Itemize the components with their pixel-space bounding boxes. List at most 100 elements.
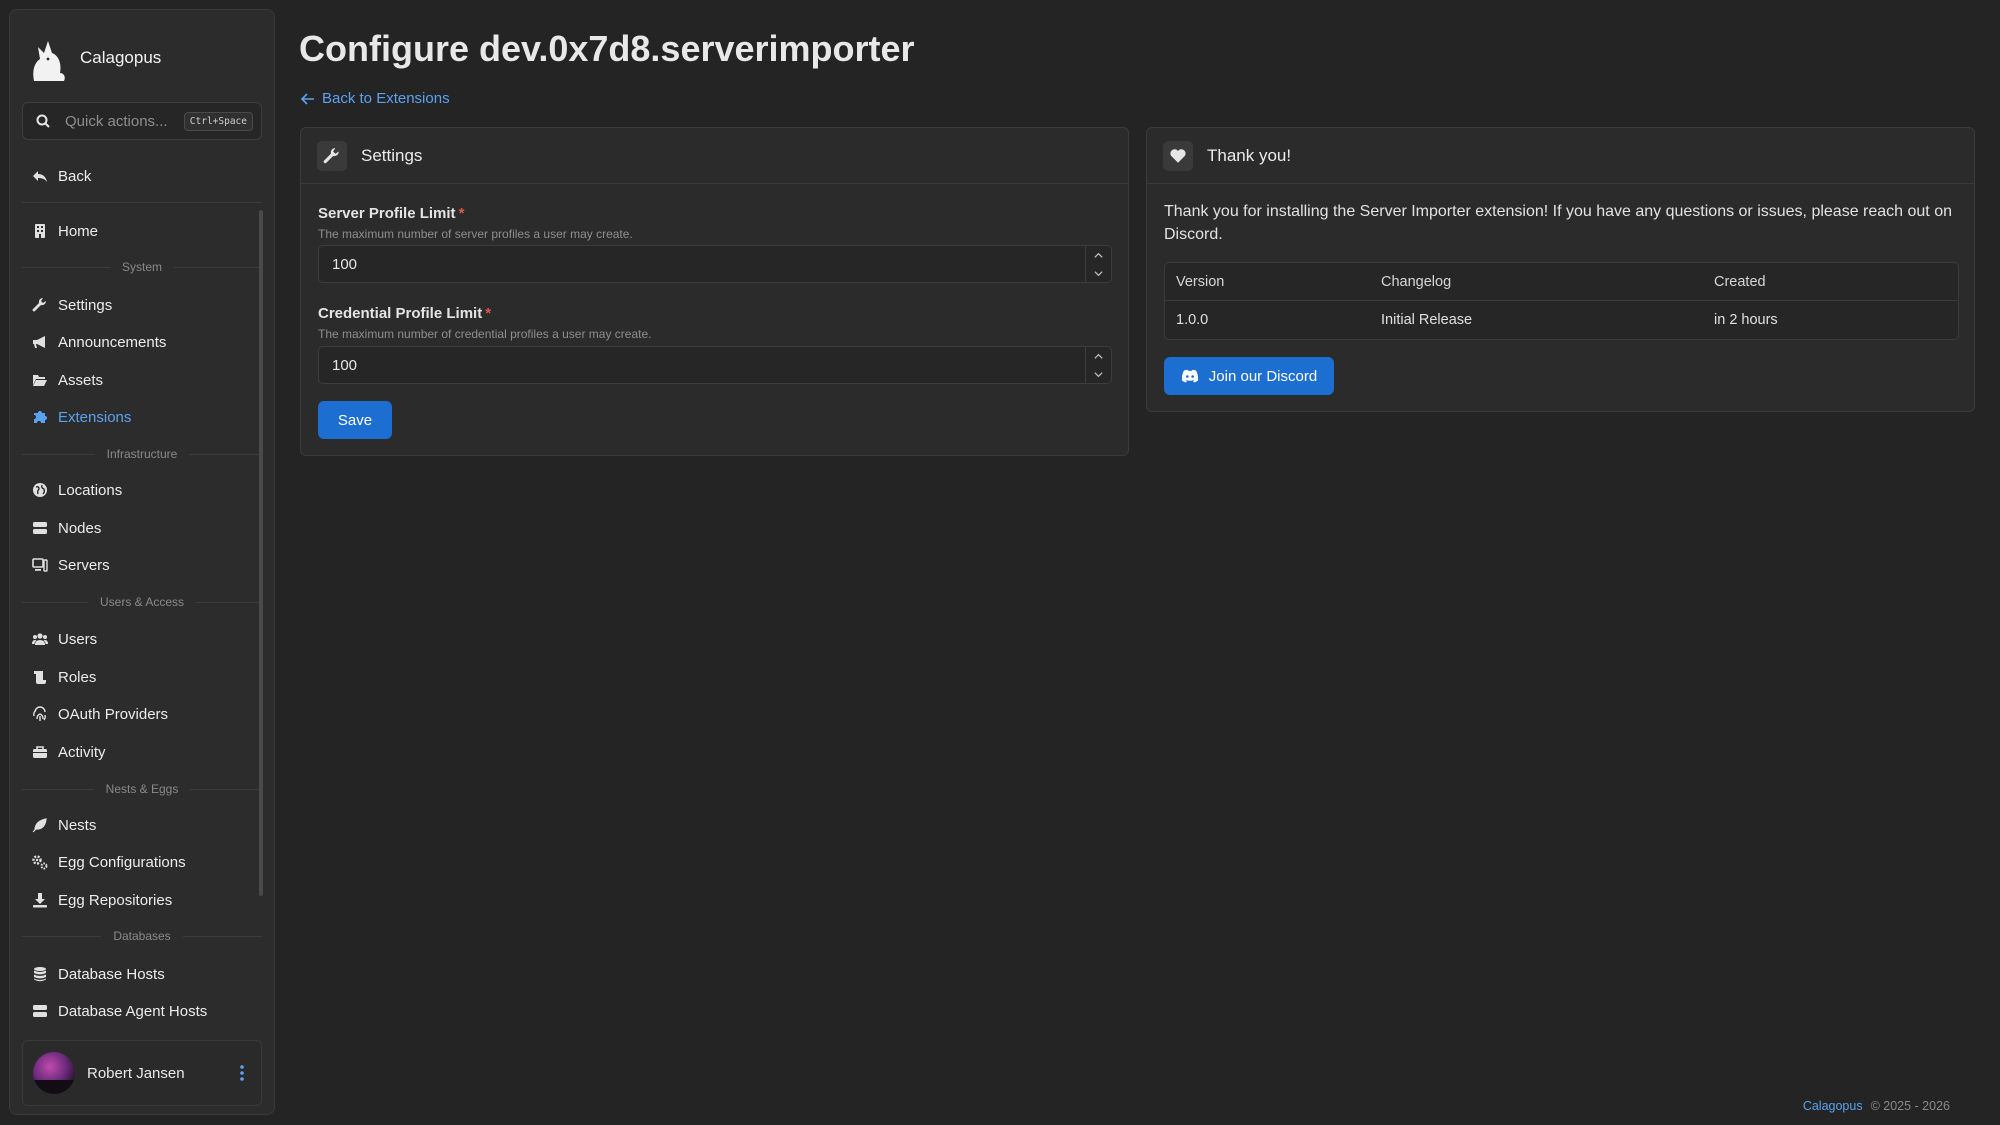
sidebar-item-label: Home bbox=[58, 222, 99, 240]
page-title: Configure dev.0x7d8.serverimporter bbox=[299, 28, 915, 69]
sidebar-item-servers[interactable]: Servers bbox=[32, 550, 110, 580]
column-header-version: Version bbox=[1176, 273, 1225, 290]
scroll-icon bbox=[32, 669, 58, 685]
sidebar-item-locations[interactable]: Locations bbox=[32, 475, 122, 505]
sidebar-item-extensions[interactable]: Extensions bbox=[32, 402, 131, 432]
sidebar-item-database-agent-hosts[interactable]: Database Agent Hosts bbox=[32, 996, 207, 1026]
save-button[interactable]: Save bbox=[318, 401, 392, 439]
sidebar-item-assets[interactable]: Assets bbox=[32, 365, 103, 395]
number-stepper[interactable] bbox=[1085, 246, 1111, 282]
column-header-changelog: Changelog bbox=[1381, 273, 1452, 290]
sidebar-item-label: Assets bbox=[58, 371, 104, 389]
sidebar-item-activity[interactable]: Activity bbox=[32, 737, 106, 767]
sidebar-item-label: Settings bbox=[58, 296, 113, 314]
fox-logo-icon bbox=[26, 33, 68, 83]
sidebar-item-oauth-providers[interactable]: OAuth Providers bbox=[32, 699, 168, 729]
sidebar-item-users[interactable]: Users bbox=[32, 624, 97, 654]
sidebar-item-label: Database Hosts bbox=[58, 965, 165, 983]
section-databases: Databases bbox=[22, 928, 262, 944]
versions-table: Version Changelog Created 1.0.0 Initial … bbox=[1164, 262, 1959, 340]
sidebar-item-label: OAuth Providers bbox=[58, 705, 169, 723]
sidebar-item-settings[interactable]: Settings bbox=[32, 290, 112, 320]
discord-icon bbox=[1181, 369, 1209, 383]
quick-actions-placeholder: Quick actions... bbox=[65, 112, 168, 130]
sidebar-item-egg-configurations[interactable]: Egg Configurations bbox=[32, 847, 186, 877]
back-link-label: Back to Extensions bbox=[322, 90, 450, 107]
label-text: Credential Profile Limit bbox=[318, 305, 483, 322]
sidebar-item-label: Locations bbox=[58, 481, 123, 499]
number-stepper[interactable] bbox=[1085, 347, 1111, 383]
reply-arrow-icon bbox=[32, 168, 58, 184]
thank-you-message: Thank you for installing the Server Impo… bbox=[1164, 203, 1952, 243]
sidebar-item-label: Announcements bbox=[58, 333, 167, 351]
label-text: Server Profile Limit bbox=[318, 205, 456, 222]
chevron-down-icon[interactable] bbox=[1086, 264, 1111, 282]
credential-profile-limit-label: Credential Profile Limit * bbox=[318, 305, 491, 322]
quick-actions-input[interactable]: Quick actions... Ctrl+Space bbox=[22, 102, 262, 140]
required-asterisk: * bbox=[485, 305, 492, 322]
join-discord-button[interactable]: Join our Discord bbox=[1164, 357, 1334, 395]
card-title: Settings bbox=[361, 145, 423, 165]
sidebar-item-back[interactable]: Back bbox=[32, 161, 91, 191]
credential-profile-limit-input[interactable]: 100 bbox=[318, 346, 1112, 384]
cogs-icon bbox=[32, 854, 58, 870]
sidebar-item-egg-repositories[interactable]: Egg Repositories bbox=[32, 885, 172, 915]
section-label: System bbox=[122, 260, 163, 274]
back-to-extensions-link[interactable]: Back to Extensions bbox=[300, 90, 450, 107]
required-asterisk: * bbox=[458, 205, 465, 222]
sidebar-item-label: Extensions bbox=[58, 408, 132, 426]
sidebar-item-announcements[interactable]: Announcements bbox=[32, 327, 166, 357]
section-label: Nests & Eggs bbox=[105, 782, 179, 796]
column-header-created: Created bbox=[1714, 273, 1766, 290]
sidebar-item-label: Egg Configurations bbox=[58, 853, 186, 871]
user-card[interactable]: Robert Jansen bbox=[22, 1040, 262, 1106]
chevron-down-icon[interactable] bbox=[1086, 365, 1111, 383]
discord-button-label: Join our Discord bbox=[1208, 367, 1318, 385]
chevron-up-icon[interactable] bbox=[1086, 347, 1111, 365]
footer-copyright: © 2025 - 2026 bbox=[1870, 1099, 1950, 1113]
divider bbox=[22, 202, 262, 203]
section-users-access: Users & Access bbox=[22, 594, 262, 610]
cell-version: 1.0.0 bbox=[1176, 312, 1209, 328]
section-label: Databases bbox=[113, 929, 171, 943]
card-title: Thank you! bbox=[1207, 145, 1292, 165]
cell-created: in 2 hours bbox=[1714, 312, 1778, 328]
server-profile-limit-input[interactable]: 100 bbox=[318, 245, 1112, 283]
server-stack-icon bbox=[32, 1003, 58, 1019]
globe-icon bbox=[32, 482, 58, 498]
sidebar-item-label: Roles bbox=[58, 668, 97, 686]
server-stack-icon bbox=[32, 520, 58, 536]
table-header-row: Version Changelog Created bbox=[1165, 263, 1958, 301]
sidebar-item-label: Back bbox=[58, 167, 92, 185]
sidebar-item-nodes[interactable]: Nodes bbox=[32, 513, 101, 543]
brand-name: Calagopus bbox=[80, 48, 162, 67]
sidebar-item-roles[interactable]: Roles bbox=[32, 662, 96, 692]
users-icon bbox=[32, 631, 58, 647]
avatar[interactable] bbox=[33, 1052, 75, 1094]
kebab-menu-icon[interactable] bbox=[233, 1062, 251, 1084]
chevron-up-icon[interactable] bbox=[1086, 246, 1111, 264]
wrench-icon bbox=[317, 140, 347, 171]
footer-brand-link[interactable]: Calagopus bbox=[1803, 1099, 1863, 1113]
building-icon bbox=[32, 223, 58, 239]
database-icon bbox=[32, 966, 58, 982]
brand[interactable]: Calagopus bbox=[26, 32, 161, 84]
arrow-left-icon bbox=[300, 91, 322, 107]
sidebar-item-nests[interactable]: Nests bbox=[32, 810, 96, 840]
fingerprint-icon bbox=[32, 706, 58, 722]
sidebar-scrollbar[interactable] bbox=[259, 210, 263, 896]
input-value: 100 bbox=[332, 255, 358, 273]
footer: Calagopus © 2025 - 2026 bbox=[1803, 1099, 1950, 1113]
search-icon bbox=[35, 113, 51, 129]
shortcut-badge: Ctrl+Space bbox=[183, 111, 253, 131]
user-name: Robert Jansen bbox=[87, 1064, 185, 1082]
card-header: Thank you! bbox=[1147, 128, 1974, 184]
sidebar-item-label: Database Agent Hosts bbox=[58, 1002, 208, 1020]
sidebar: Calagopus Quick actions... Ctrl+Space Ba… bbox=[9, 9, 275, 1115]
sidebar-item-label: Users bbox=[58, 630, 98, 648]
thank-you-card: Thank you! Thank you for installing the … bbox=[1146, 127, 1975, 412]
sidebar-item-database-hosts[interactable]: Database Hosts bbox=[32, 959, 165, 989]
section-nests-eggs: Nests & Eggs bbox=[22, 781, 263, 797]
wrench-icon bbox=[32, 297, 58, 313]
sidebar-item-home[interactable]: Home bbox=[32, 216, 98, 246]
